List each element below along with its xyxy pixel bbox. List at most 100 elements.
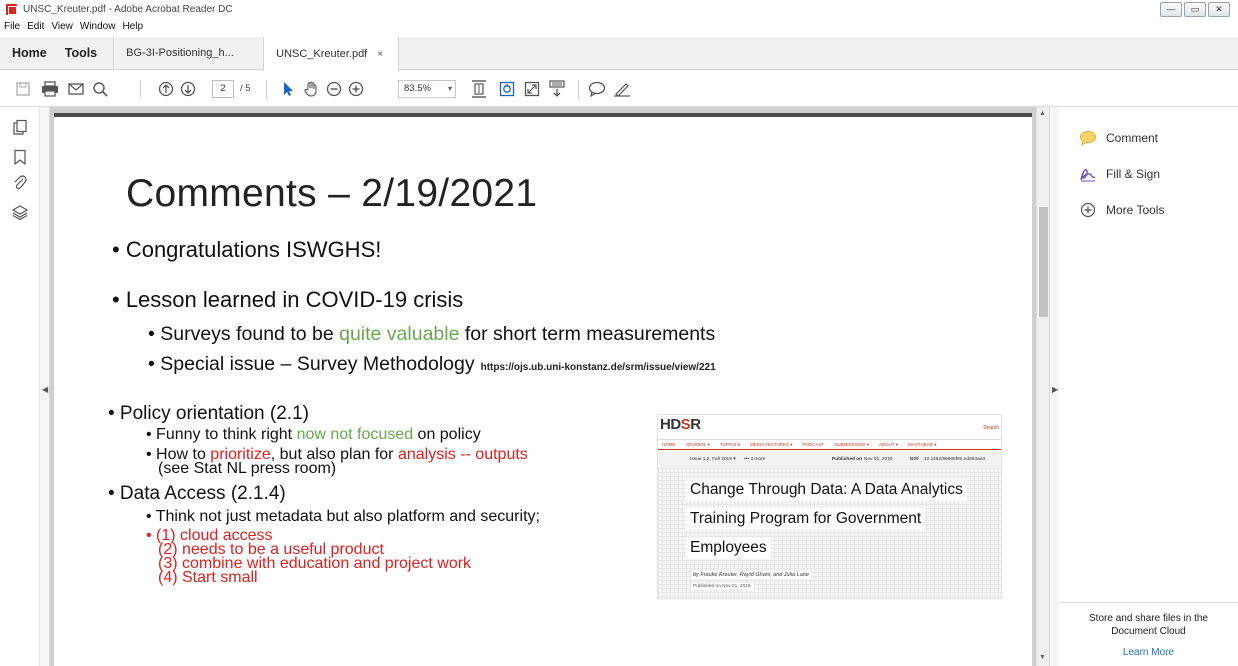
menu-edit[interactable]: Edit	[27, 21, 44, 32]
hdsr-article-screenshot: HDSR Search HOME JOURNAL ▾ TOPICS ▾ MEDIA F…	[657, 414, 1002, 599]
acrobat-window: UNSC_Kreuter.pdf - Adobe Acrobat Reader …	[0, 0, 1238, 666]
fit-page-icon[interactable]	[468, 78, 490, 100]
sub-bullet-press-room: (see Stat NL press room)	[158, 460, 337, 477]
menu-window[interactable]: Window	[80, 21, 116, 32]
next-page-icon[interactable]	[177, 78, 199, 100]
zoom-value: 83.5%	[404, 83, 431, 94]
page-number-input[interactable]: 2	[212, 80, 234, 98]
slide-title: Comments – 2/19/2021	[126, 172, 538, 215]
fill-sign-icon	[1079, 165, 1097, 183]
pdf-page: Comments – 2/19/2021 • Congratulations I…	[54, 113, 1032, 666]
promo-text: Store and share files in the	[1089, 613, 1208, 624]
highlight-pen-icon[interactable]	[611, 78, 633, 100]
menu-bar: File Edit View Window Help	[0, 18, 143, 34]
hdsr-authors: by Frauke Kreuter, Rayid Ghani, and Juli…	[691, 571, 811, 579]
tab-tools[interactable]: Tools	[56, 37, 113, 69]
full-screen-icon[interactable]	[521, 78, 543, 100]
scrollbar-thumb[interactable]	[1039, 207, 1048, 317]
document-view[interactable]: Comments – 2/19/2021 • Congratulations I…	[50, 107, 1036, 666]
bullet-policy-orientation: • Policy orientation (2.1)	[108, 403, 309, 424]
more-tools-icon	[1079, 201, 1097, 219]
tab-document-bg3i[interactable]: BG-3I-Positioning_h...	[113, 37, 263, 69]
search-icon[interactable]	[89, 78, 111, 100]
email-icon[interactable]	[65, 78, 87, 100]
tab-home[interactable]: Home	[0, 37, 56, 69]
hdsr-issue-meta: Issue 1.2, Fall 2019 ▾ ••• 3 more Publis…	[658, 452, 1001, 468]
bullet-data-access: • Data Access (2.1.4)	[108, 483, 286, 504]
save-icon[interactable]	[12, 78, 34, 100]
highlight-green-text: now not focused	[296, 426, 414, 443]
tools-pane: Comment Fill & Sign More Tools Store and…	[1059, 107, 1238, 666]
tool-more-tools[interactable]: More Tools	[1079, 200, 1164, 220]
hdsr-article-title-line: Change Through Data: A Data Analytics	[686, 479, 967, 501]
menu-file[interactable]: File	[4, 21, 20, 32]
chevron-right-icon: ▶	[1052, 385, 1059, 394]
tool-fill-sign[interactable]: Fill & Sign	[1079, 164, 1160, 184]
tab-label: BG-3I-Positioning_h...	[126, 47, 234, 59]
tab-bar: Home Tools BG-3I-Positioning_h... UNSC_K…	[0, 37, 1238, 71]
tool-label: Fill & Sign	[1106, 167, 1161, 181]
highlight-green-text: quite valuable	[339, 323, 460, 345]
toolbar: 2 / 5 83.5% ▾	[0, 71, 1238, 107]
tool-label: Comment	[1106, 131, 1159, 145]
select-cursor-icon[interactable]	[277, 78, 299, 100]
window-controls: — ▭ ✕	[1160, 2, 1230, 17]
chevron-left-icon: ◀	[42, 385, 49, 394]
sub-bullet-surveys: • Surveys found to be quite valuable for…	[148, 323, 716, 345]
special-issue-url[interactable]: https://ojs.ub.uni-konstanz.de/srm/issue…	[481, 362, 716, 373]
highlight-red-text: analysis -- outputs	[397, 446, 528, 463]
minimize-button[interactable]: —	[1160, 2, 1182, 17]
page-total: / 5	[240, 83, 251, 94]
previous-page-icon[interactable]	[155, 78, 177, 100]
scroll-mode-icon[interactable]	[546, 78, 568, 100]
scroll-up-icon[interactable]: ▲	[1039, 110, 1046, 117]
zoom-out-icon[interactable]	[323, 78, 345, 100]
hand-tool-icon[interactable]	[300, 78, 322, 100]
hdsr-logo: HDSR	[660, 416, 701, 433]
scroll-down-icon[interactable]: ▼	[1039, 654, 1046, 661]
access-item-start-small: (4) Start small	[158, 569, 258, 586]
comment-tool-icon[interactable]	[586, 78, 608, 100]
tool-comment[interactable]: Comment	[1079, 128, 1158, 148]
page-thumbnails-icon[interactable]	[12, 119, 28, 135]
zoom-in-icon[interactable]	[345, 78, 367, 100]
left-navigation-rail	[0, 107, 40, 666]
left-panel-collapse-handle[interactable]: ◀	[40, 107, 50, 666]
menu-help[interactable]: Help	[122, 21, 143, 32]
tool-label: More Tools	[1106, 203, 1165, 217]
bullet-congratulations: • Congratulations ISWGHS!	[112, 237, 382, 262]
sub-bullet-think-not-just-metadata: • Think not just metadata but also platf…	[146, 508, 540, 525]
bookmarks-icon[interactable]	[12, 149, 28, 166]
tab-document-unsc-kreuter[interactable]: UNSC_Kreuter.pdf ×	[263, 37, 400, 71]
zoom-level-select[interactable]: 83.5% ▾	[398, 80, 456, 98]
title-bar: UNSC_Kreuter.pdf - Adobe Acrobat Reader …	[0, 0, 1238, 18]
sub-bullet-special-issue: • Special issue – Survey Methodology http…	[148, 353, 716, 375]
print-icon[interactable]	[39, 78, 61, 100]
comment-icon	[1079, 129, 1097, 147]
layers-icon[interactable]	[11, 204, 29, 221]
hdsr-article-title-line: Training Program for Government	[686, 508, 926, 530]
attachments-icon[interactable]	[12, 175, 28, 191]
tab-close-icon[interactable]: ×	[377, 49, 383, 60]
window-title: UNSC_Kreuter.pdf - Adobe Acrobat Reader …	[23, 3, 233, 15]
acrobat-app-icon	[6, 3, 17, 15]
restore-button[interactable]: ▭	[1184, 2, 1206, 17]
toolbar-divider	[578, 80, 579, 98]
sub-bullet-funny-to-think: • Funny to think right now not focused o…	[146, 426, 481, 443]
vertical-scrollbar[interactable]: ▲ ▼	[1036, 107, 1049, 666]
tab-label: UNSC_Kreuter.pdf	[276, 48, 368, 60]
hdsr-search-link: Search	[983, 425, 999, 431]
toolbar-divider	[140, 80, 141, 98]
close-window-button[interactable]: ✕	[1208, 2, 1230, 17]
hdsr-published-date: Published on Nov 01, 2019	[691, 583, 753, 590]
menu-view[interactable]: View	[51, 21, 73, 32]
learn-more-link[interactable]: Learn More	[1059, 647, 1238, 658]
document-cloud-promo: Store and share files in the Document Cl…	[1059, 602, 1238, 658]
hdsr-article-title-line: Employees	[686, 537, 771, 559]
right-panel-collapse-handle[interactable]: ▶	[1049, 107, 1059, 666]
toolbar-divider	[266, 80, 267, 98]
promo-text: Document Cloud	[1111, 626, 1186, 637]
hdsr-nav: HOME JOURNAL ▾ TOPICS ▾ MEDIA FEATURES ▾ POD…	[658, 439, 1001, 450]
rotate-view-icon[interactable]	[496, 78, 518, 100]
chevron-down-icon: ▾	[447, 84, 452, 93]
